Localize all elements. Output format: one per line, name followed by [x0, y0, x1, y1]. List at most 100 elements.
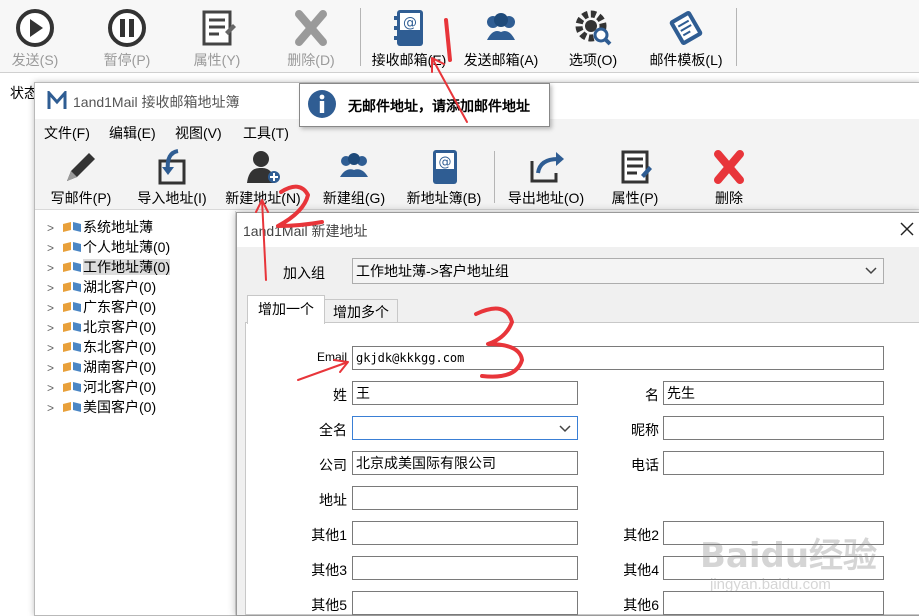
inbox-button[interactable]: @ 接收邮箱(E) [366, 6, 452, 68]
company-field[interactable]: 北京成美国际有限公司 [352, 451, 578, 475]
chevron-down-icon [865, 267, 877, 275]
write-mail-label: 写邮件(P) [50, 190, 112, 206]
address-properties-label: 属性(P) [611, 190, 659, 206]
template-button[interactable]: 邮件模板(L) [642, 6, 730, 68]
contacts-group-icon [487, 13, 515, 40]
tree-item[interactable]: > 湖南客户(0) [47, 357, 156, 377]
other5-label: 其他5 [311, 597, 347, 613]
properties-label: 属性(Y) [193, 52, 241, 68]
pause-label: 暂停(P) [103, 52, 151, 68]
watermark: Baidu经验 jingyan.baidu.com [700, 528, 910, 608]
chevron-right-icon: > [47, 261, 55, 275]
address-delete-button[interactable]: 删除 [695, 147, 763, 207]
new-group-button[interactable]: 新建组(G) [317, 147, 391, 207]
new-address-button[interactable]: 新建地址(N) [219, 147, 307, 207]
group-select[interactable]: 工作地址薄->客户地址组 [352, 258, 884, 284]
chevron-right-icon: > [47, 341, 55, 355]
svg-text:@: @ [403, 15, 417, 31]
outbox-button[interactable]: 发送邮箱(A) [458, 6, 544, 68]
surname-label: 姓 [333, 387, 347, 403]
tab-add-one[interactable]: 增加一个 [247, 295, 325, 324]
properties-button[interactable]: 属性(Y) [186, 6, 248, 68]
info-icon [308, 90, 336, 118]
document-edit-icon [621, 150, 652, 184]
fullname-label: 全名 [319, 422, 347, 438]
address-label: 地址 [319, 492, 347, 508]
address-book-icon: @ [394, 10, 423, 46]
pause-button[interactable]: 暂停(P) [96, 6, 158, 68]
send-button[interactable]: 发送(S) [4, 6, 66, 68]
toolbar-separator [736, 8, 737, 66]
address-properties-button[interactable]: 属性(P) [601, 147, 669, 207]
given-name-field[interactable]: 先生 [663, 381, 884, 405]
tree-item[interactable]: > 北京客户(0) [47, 317, 156, 337]
template-label: 邮件模板(L) [649, 52, 723, 68]
dialog-title: 1and1Mail 新建地址 [243, 223, 368, 239]
chevron-right-icon: > [47, 281, 55, 295]
book-icon [63, 242, 81, 252]
book-icon [63, 402, 81, 412]
menu-edit[interactable]: 编辑(E) [109, 123, 156, 143]
new-addressbook-button[interactable]: @ 新地址簿(B) [399, 147, 489, 207]
tree-item[interactable]: > 个人地址薄(0) [47, 237, 170, 257]
options-button[interactable]: 选项(O) [562, 6, 624, 68]
other3-label: 其他3 [311, 562, 347, 578]
template-icon [669, 10, 703, 46]
other3-field[interactable] [352, 556, 578, 580]
tab-add-many[interactable]: 增加多个 [324, 299, 398, 324]
toolbar-separator [360, 8, 361, 66]
import-address-button[interactable]: 导入地址(I) [127, 147, 217, 207]
tree-item[interactable]: > 系统地址薄 [47, 217, 153, 237]
chevron-right-icon: > [47, 321, 55, 335]
add-contact-icon [247, 151, 280, 183]
address-book-icon: @ [433, 150, 457, 184]
address-delete-label: 删除 [715, 190, 743, 206]
other1-field[interactable] [352, 521, 578, 545]
dialog-titlebar: 1and1Mail 新建地址 [237, 213, 919, 247]
tree-item[interactable]: > 美国客户(0) [47, 397, 156, 417]
toolbar-separator [494, 151, 495, 203]
tree-item-selected[interactable]: > 工作地址薄(0) [47, 257, 171, 277]
other1-label: 其他1 [311, 527, 347, 543]
import-address-label: 导入地址(I) [137, 190, 207, 206]
nickname-field[interactable] [663, 416, 884, 440]
menu-file[interactable]: 文件(F) [44, 123, 90, 143]
new-address-label: 新建地址(N) [225, 190, 301, 206]
tree-item[interactable]: > 湖北客户(0) [47, 277, 156, 297]
close-icon[interactable] [900, 222, 914, 236]
tree-item[interactable]: > 河北客户(0) [47, 377, 156, 397]
tree-item[interactable]: > 东北客户(0) [47, 337, 156, 357]
book-icon [63, 322, 81, 332]
export-address-button[interactable]: 导出地址(O) [501, 147, 591, 207]
chevron-right-icon: > [47, 221, 55, 235]
delete-button[interactable]: 删除(D) [280, 6, 342, 68]
write-mail-button[interactable]: 写邮件(P) [43, 147, 119, 207]
chevron-down-icon [559, 425, 571, 433]
given-name-label: 名 [645, 387, 659, 403]
import-icon [158, 149, 186, 185]
other6-label: 其他6 [623, 597, 659, 613]
email-field[interactable]: gkjdk@kkkgg.com [352, 346, 884, 370]
book-icon [63, 342, 81, 352]
pencil-icon [67, 153, 95, 181]
company-label: 公司 [319, 457, 347, 473]
chevron-right-icon: > [47, 381, 55, 395]
group-label: 加入组 [283, 265, 325, 281]
tree-item[interactable]: > 广东客户(0) [47, 297, 156, 317]
play-icon [16, 9, 54, 47]
addressbook-tree: > 系统地址薄 > 个人地址薄(0) > 工作地址薄(0) > 湖北客户(0) > 广东客… [35, 211, 236, 615]
fullname-combobox[interactable] [352, 416, 578, 440]
other2-label: 其他2 [623, 527, 659, 543]
book-icon [63, 382, 81, 392]
surname-field[interactable]: 王 [352, 381, 578, 405]
inbox-label: 接收邮箱(E) [371, 52, 447, 68]
address-field[interactable] [352, 486, 578, 510]
phone-field[interactable] [663, 451, 884, 475]
chevron-right-icon: > [47, 241, 55, 255]
info-tooltip: 无邮件地址，请添加邮件地址 [299, 83, 550, 127]
other5-field[interactable] [352, 591, 578, 615]
menu-view[interactable]: 视图(V) [175, 123, 222, 143]
menu-tools[interactable]: 工具(T) [243, 123, 289, 143]
outbox-label: 发送邮箱(A) [463, 52, 539, 68]
group-select-value: 工作地址薄->客户地址组 [356, 263, 509, 279]
